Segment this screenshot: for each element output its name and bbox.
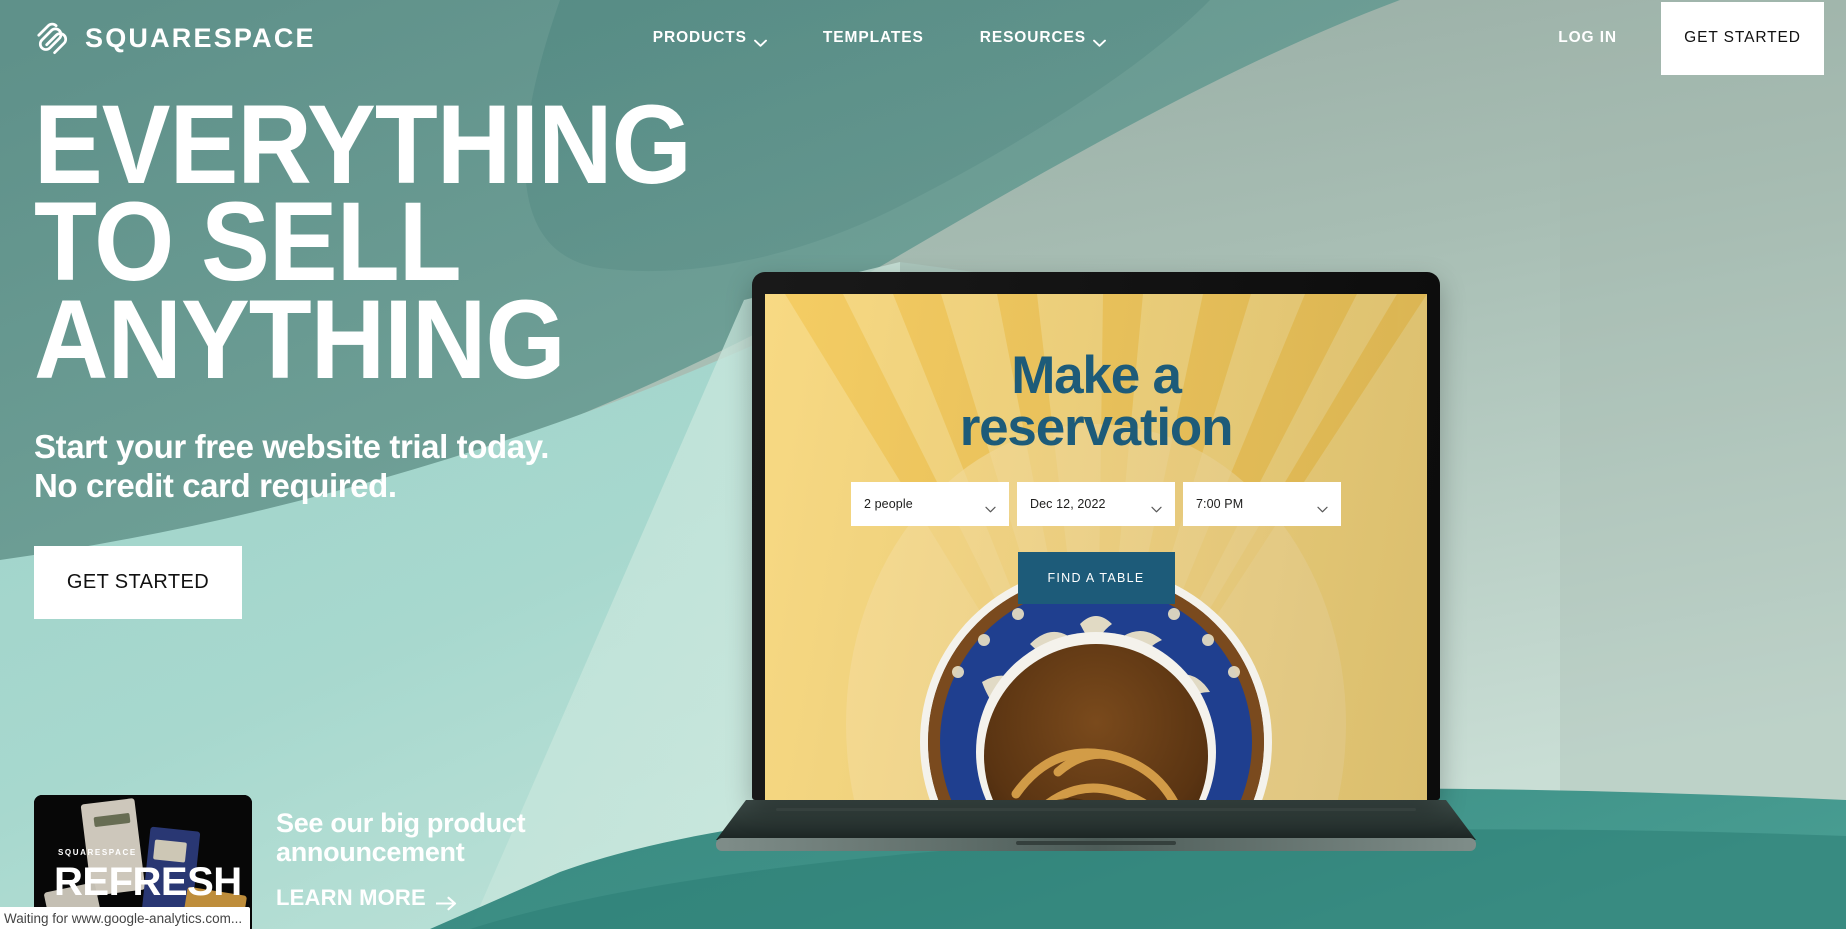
status-text: Waiting for www.google-analytics.com...	[4, 910, 243, 926]
promo-text-block: See our big product announcement LEARN M…	[276, 795, 526, 911]
reservation-site-content: Make a reservation 2 people Dec 12, 2022	[765, 294, 1427, 800]
time-value: 7:00 PM	[1196, 496, 1244, 511]
chevron-down-icon	[985, 500, 996, 513]
promo-learn-more-label: LEARN MORE	[276, 885, 426, 911]
laptop-mockup: Make a reservation 2 people Dec 12, 2022	[716, 272, 1476, 851]
nav-item-templates-label: TEMPLATES	[822, 29, 924, 46]
nav-item-products-label: PRODUCTS	[652, 29, 747, 46]
squarespace-logo-icon	[34, 21, 72, 55]
header-actions: LOG IN GET STARTED	[1558, 1, 1846, 75]
nav-item-products[interactable]: PRODUCTS	[653, 29, 767, 47]
nav-item-resources-label: RESOURCES	[979, 29, 1087, 46]
hero-headline: EVERYTHING TO SELL ANYTHING	[34, 82, 692, 402]
hero-subhead: Start your free website trial today. No …	[34, 428, 549, 504]
squarespace-logo[interactable]: SQUARESPACE	[34, 21, 316, 55]
laptop-screen: Make a reservation 2 people Dec 12, 2022	[765, 294, 1427, 800]
hero-get-started-button[interactable]: GET STARTED	[34, 545, 242, 619]
chevron-down-icon	[1151, 500, 1162, 513]
find-a-table-button[interactable]: FIND A TABLE	[1017, 551, 1175, 604]
promo-title: See our big product announcement	[276, 808, 526, 868]
nav-item-templates[interactable]: TEMPLATES	[823, 29, 924, 47]
nav-item-resources[interactable]: RESOURCES	[980, 29, 1106, 47]
hero-section: EVERYTHING TO SELL ANYTHING Start your f…	[34, 82, 748, 619]
laptop-base-icon	[716, 800, 1476, 851]
chevron-down-icon	[753, 34, 767, 47]
arrow-right-icon	[435, 891, 457, 911]
main-navigation: PRODUCTS TEMPLATES RESOURCES	[653, 29, 1106, 47]
laptop-lid: Make a reservation 2 people Dec 12, 2022	[752, 272, 1440, 800]
svg-text:REFRESH: REFRESH	[54, 860, 242, 904]
promo-learn-more-link[interactable]: LEARN MORE	[276, 885, 525, 911]
browser-status-bar: Waiting for www.google-analytics.com...	[0, 907, 251, 929]
reservation-form: 2 people Dec 12, 2022 7:00 PM	[851, 481, 1341, 526]
time-select[interactable]: 7:00 PM	[1183, 481, 1341, 526]
reservation-heading: Make a reservation	[959, 346, 1234, 457]
party-size-select[interactable]: 2 people	[851, 481, 1009, 526]
login-link[interactable]: LOG IN	[1558, 29, 1617, 47]
svg-text:SQUARESPACE: SQUARESPACE	[58, 848, 137, 857]
site-header: SQUARESPACE PRODUCTS TEMPLATES RESOURCES…	[0, 0, 1846, 76]
chevron-down-icon	[1093, 34, 1106, 47]
party-size-value: 2 people	[864, 496, 913, 511]
header-get-started-button[interactable]: GET STARTED	[1661, 1, 1824, 75]
date-select[interactable]: Dec 12, 2022	[1017, 481, 1175, 526]
brand-name: SQUARESPACE	[85, 22, 316, 53]
chevron-down-icon	[1317, 500, 1328, 513]
date-value: Dec 12, 2022	[1030, 496, 1106, 511]
